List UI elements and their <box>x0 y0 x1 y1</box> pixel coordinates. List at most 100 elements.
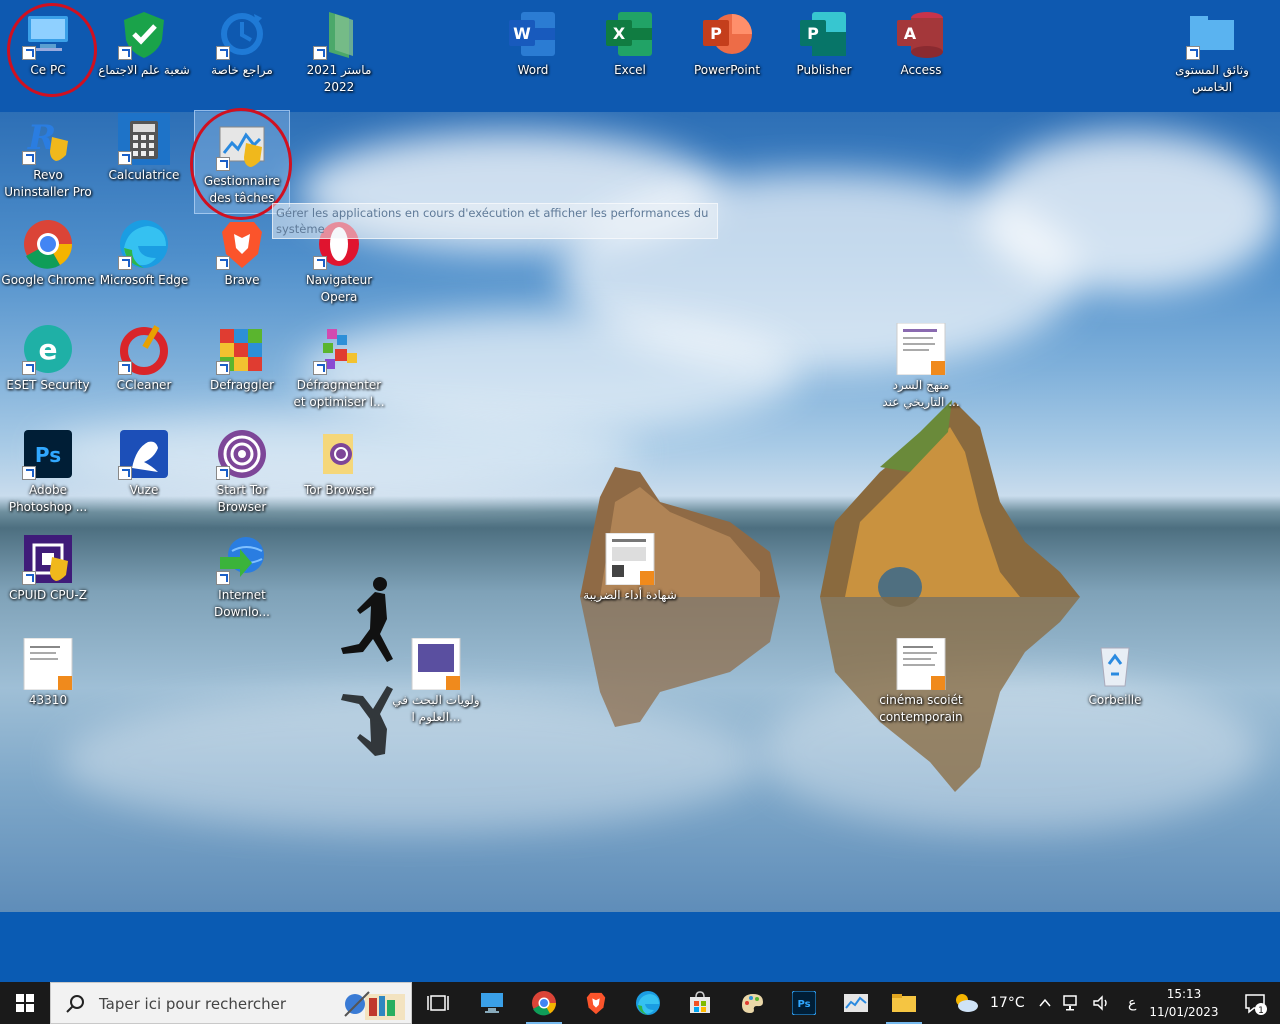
chrome-icon <box>24 220 73 269</box>
icon-label: ESET Security <box>6 378 90 392</box>
taskbar-store[interactable] <box>676 982 724 1024</box>
icon-label: Internet Downlo... <box>214 588 270 619</box>
icon-label: Excel <box>614 63 646 77</box>
desktop-icon-ccleaner[interactable]: CCleaner <box>96 315 192 419</box>
edge-icon <box>636 991 660 1015</box>
icon-label: Adobe Photoshop ... <box>8 483 88 514</box>
clock-date: 11/01/2023 <box>1149 1005 1219 1019</box>
desktop-icon-excel[interactable]: X Excel <box>582 0 678 104</box>
desktop-icon-edge[interactable]: Microsoft Edge <box>96 210 192 314</box>
taskbar-file-explorer[interactable] <box>880 982 928 1024</box>
desktop-icon-idm[interactable]: Internet Downlo... <box>194 525 290 629</box>
icon-label: ماستر 2021 2022 <box>306 63 372 94</box>
cloud-sun-icon <box>956 994 978 1012</box>
access-icon: A <box>897 12 943 58</box>
icon-label: cinéma scoiét contemporain <box>879 693 963 724</box>
desktop-icon-vuze[interactable]: Vuze <box>96 420 192 524</box>
brave-lion-icon <box>586 992 606 1015</box>
taskbar-edge[interactable] <box>624 982 672 1024</box>
desktop-icon-folder-socio[interactable]: شعبة علم الاجتماع <box>96 0 192 104</box>
desktop-icon-chrome[interactable]: Google Chrome <box>0 210 96 314</box>
notification-count: 1 <box>1258 1006 1264 1016</box>
desktop-icon-defraggler[interactable]: Defraggler <box>194 315 290 419</box>
desktop-icon-corbeille[interactable]: Corbeille <box>1067 630 1163 734</box>
desktop-icon-revo[interactable]: R Revo Uninstaller Pro <box>0 105 96 209</box>
icon-label: Calculatrice <box>108 168 180 182</box>
desktop-icon-tor-folder[interactable]: Tor Browser <box>291 420 387 524</box>
start-button[interactable] <box>0 982 50 1024</box>
taskbar-paint[interactable] <box>728 982 776 1024</box>
pdf-document-icon <box>23 637 73 691</box>
desktop-icon-folder-docs[interactable]: وثائق المستوى الخامس <box>1164 0 1260 104</box>
taskbar: Taper ici pour rechercher Ps 17°C ع 15:1… <box>0 982 1280 1024</box>
pdf-document-icon <box>605 532 655 586</box>
icon-label: Revo Uninstaller Pro <box>4 168 92 199</box>
powerpoint-icon: P <box>703 14 752 54</box>
pdf-document-icon <box>896 322 946 376</box>
desktop-icon-powerpoint[interactable]: P PowerPoint <box>679 0 775 104</box>
chrome-icon <box>532 991 557 1016</box>
clock-time: 15:13 <box>1166 987 1202 1001</box>
svg-text:W: W <box>513 24 531 43</box>
svg-text:P: P <box>807 24 819 43</box>
icon-label: Access <box>900 63 942 77</box>
desktop-icon-tor-start[interactable]: Start Tor Browser <box>194 420 290 524</box>
desktop-icon-defrag[interactable]: Défragmenter et optimiser l... <box>291 315 387 419</box>
desktop-icon-access[interactable]: A Access <box>873 0 969 104</box>
speaker-icon[interactable] <box>1092 994 1110 1012</box>
svg-text:Ps: Ps <box>35 443 61 467</box>
desktop-icon-publisher[interactable]: P Publisher <box>776 0 872 104</box>
desktop-icon-doc-cinema[interactable]: cinéma scoiét contemporain <box>873 630 969 734</box>
desktop-icon-doc-research[interactable]: ولويات البحث في العلوم ا... <box>388 630 484 734</box>
taskbar-photoshop[interactable]: Ps <box>780 982 828 1024</box>
pdf-document-icon <box>896 637 946 691</box>
icon-label: Defraggler <box>209 378 275 392</box>
wallpaper-bottom-band <box>0 912 1280 982</box>
icon-label: Défragmenter et optimiser l... <box>293 378 385 409</box>
desktop-icon-eset[interactable]: e ESET Security <box>0 315 96 419</box>
windows-logo-icon <box>16 994 34 1012</box>
icon-label: Vuze <box>129 483 159 497</box>
desktop-icon-doc-43310[interactable]: 43310 <box>0 630 96 734</box>
icon-label: Navigateur Opera <box>305 273 373 304</box>
search-highlight-illustration-icon <box>344 991 405 1020</box>
desktop-icon-word[interactable]: W Word <box>485 0 581 104</box>
tor-folder-icon <box>323 434 353 474</box>
task-view-button[interactable] <box>414 982 462 1024</box>
icon-label: ولويات البحث في العلوم ا... <box>392 693 480 724</box>
task-view-icon <box>427 995 449 1011</box>
desktop-icon-doc-sard[interactable]: منهج السرد التاريخي عند ... <box>873 315 969 419</box>
tooltip: Gérer les applications en cours d'exécut… <box>272 203 718 239</box>
desktop-icon-folder-master[interactable]: ماستر 2021 2022 <box>291 0 387 104</box>
search-input[interactable]: Taper ici pour rechercher <box>50 982 412 1024</box>
icon-label: Brave <box>224 273 260 287</box>
taskbar-this-pc[interactable] <box>468 982 516 1024</box>
icon-label: CPUID CPU-Z <box>9 588 87 602</box>
icon-label: CCleaner <box>116 378 172 392</box>
svg-text:P: P <box>710 24 722 43</box>
language-indicator[interactable]: ع <box>1128 995 1136 1011</box>
icon-label: مراجع خاصة <box>211 63 273 77</box>
network-icon[interactable] <box>1062 994 1082 1012</box>
weather-widget[interactable]: 17°C <box>952 982 1025 1024</box>
icon-label: Tor Browser <box>303 483 374 497</box>
clock[interactable]: 15:13 11/01/2023 <box>1144 985 1224 1021</box>
desktop-icon-calculatrice[interactable]: Calculatrice <box>96 105 192 209</box>
taskbar-chrome[interactable] <box>520 982 568 1024</box>
taskbar-task-manager[interactable] <box>832 982 880 1024</box>
store-bag-icon <box>690 991 710 1013</box>
icon-label: Microsoft Edge <box>99 273 189 287</box>
taskbar-brave[interactable] <box>572 982 620 1024</box>
desktop-icon-folder-refs[interactable]: مراجع خاصة <box>194 0 290 104</box>
icon-label: 43310 <box>28 693 68 707</box>
desktop-icon-photoshop[interactable]: Ps Adobe Photoshop ... <box>0 420 96 524</box>
desktop-icon-doc-shahada[interactable]: شهادة أداء الضريبة <box>582 525 678 629</box>
publisher-icon: P <box>800 12 846 56</box>
icon-label: شهادة أداء الضريبة <box>583 588 677 602</box>
search-placeholder: Taper ici pour rechercher <box>99 995 287 1013</box>
icon-label: PowerPoint <box>693 63 761 77</box>
icon-label: Corbeille <box>1088 693 1142 707</box>
desktop-icon-cpuz[interactable]: CPUID CPU-Z <box>0 525 96 629</box>
notification-center-button[interactable]: 1 <box>1244 992 1268 1016</box>
chevron-up-icon[interactable] <box>1038 996 1052 1010</box>
